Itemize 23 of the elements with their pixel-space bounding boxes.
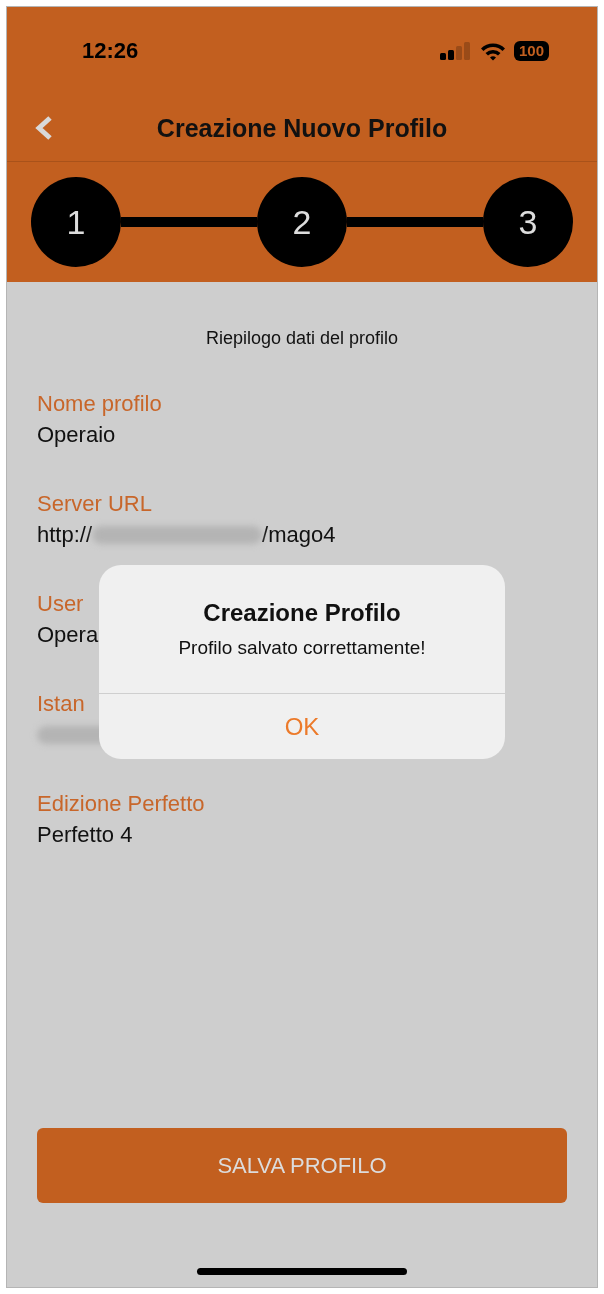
step-circle: 2 xyxy=(257,177,347,267)
field-label: Nome profilo xyxy=(37,390,162,418)
field-label: Istan xyxy=(37,690,85,718)
status-time: 12:26 xyxy=(82,38,139,64)
step-circle: 1 xyxy=(31,177,121,267)
field-value: /mago4 xyxy=(262,521,336,549)
field-value: Operaio xyxy=(37,421,116,449)
field-value: Opera xyxy=(37,621,99,649)
field-label: Edizione Perfetto xyxy=(37,790,205,818)
battery-level: 100 xyxy=(513,41,549,61)
field-label: Server URL xyxy=(37,490,152,518)
field-label: User xyxy=(37,590,84,618)
step-circle: 3 xyxy=(483,177,573,267)
summary-heading: Riepilogo dati del profilo xyxy=(204,328,400,349)
alert-message: Profilo salvato correttamente! xyxy=(178,637,426,659)
save-profile-button[interactable]: SALVA PROFILO xyxy=(37,1128,567,1203)
signal-icon xyxy=(439,42,472,60)
screen-title: Creazione Nuovo Profilo xyxy=(156,113,448,143)
field-value: Perfetto 4 xyxy=(37,821,133,849)
wifi-icon xyxy=(479,41,506,61)
ok-button[interactable]: OK xyxy=(99,693,505,759)
alert-title: Creazione Profilo xyxy=(203,599,401,627)
field-value: http:// xyxy=(37,521,93,549)
